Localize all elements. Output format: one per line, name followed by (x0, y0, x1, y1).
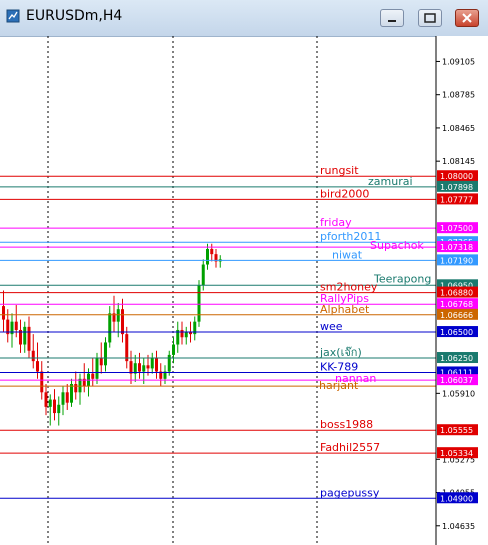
horizontal-levels: rungsitzamuraibird2000fridaypforth2011Su… (0, 164, 436, 499)
price-tag-label: 1.07318 (440, 243, 473, 252)
candle-body (27, 326, 31, 351)
chart-app-icon (6, 9, 20, 23)
price-tag-label: 1.06500 (440, 328, 473, 337)
candle-body (74, 383, 78, 393)
candle-body (23, 326, 27, 345)
price-chart[interactable]: rungsitzamuraibird2000fridaypforth2011Su… (0, 36, 488, 545)
candle-body (14, 321, 18, 330)
level-label: jax(เจ๊ก) (319, 346, 362, 359)
candle-body (31, 350, 35, 362)
level-label: boss1988 (320, 418, 373, 431)
price-tag-label: 1.06037 (440, 376, 473, 385)
candle-body (44, 392, 48, 407)
minimize-button[interactable] (380, 9, 404, 27)
candle-body (108, 313, 112, 343)
level-label: wee (320, 320, 343, 333)
candle-body (91, 373, 95, 379)
candle-body (99, 358, 103, 366)
candle-body (61, 392, 65, 405)
window-title: EURUSDm,H4 (26, 8, 123, 24)
candle-body (121, 309, 124, 335)
candle-body (70, 383, 73, 403)
candle-body (150, 358, 154, 369)
close-button[interactable] (455, 9, 479, 27)
price-tag-label: 1.06666 (440, 311, 473, 320)
price-tag-label: 1.07500 (440, 224, 473, 233)
candle-body (40, 371, 44, 393)
level-label: Alphabet (320, 303, 370, 316)
price-tag-label: 1.06880 (440, 289, 473, 298)
price-tag-label: 1.04900 (440, 494, 473, 503)
price-tag-label: 1.06250 (440, 354, 473, 363)
price-tag-label: 1.07898 (440, 183, 473, 192)
price-tag-label: 1.05555 (440, 426, 473, 435)
candle-body (210, 248, 214, 255)
price-tag-label: 1.08000 (440, 172, 473, 181)
window-titlebar: EURUSDm,H4 (0, 0, 488, 37)
level-label: niwat (332, 248, 363, 261)
candle-body (197, 285, 201, 322)
level-label: Teerapong (373, 272, 431, 285)
candle-body (95, 358, 99, 379)
candle-body (129, 361, 133, 374)
price-tag-label: 1.07777 (440, 195, 473, 204)
candle-body (36, 361, 39, 372)
axis-tick-label: 1.05910 (442, 389, 475, 398)
candle-body (180, 329, 184, 338)
candle-body (167, 354, 171, 372)
chart-grid (47, 36, 318, 545)
level-label: zamurai (368, 175, 413, 188)
level-label: friday (320, 216, 352, 229)
level-label: harjant (319, 379, 359, 392)
candle-body (184, 332, 188, 338)
axis-tick-label: 1.08145 (442, 157, 475, 166)
price-tag-label: 1.07190 (440, 256, 473, 265)
candle-body (116, 309, 120, 322)
close-icon (462, 13, 472, 23)
candle-body (104, 342, 107, 366)
candle-body (142, 365, 146, 372)
candle-body (48, 399, 52, 407)
candle-body (57, 404, 61, 414)
price-tag-label: 1.05334 (440, 449, 473, 458)
candle-body (146, 365, 150, 369)
candle-body (206, 248, 209, 265)
axis-tick-label: 1.04635 (442, 522, 475, 531)
candle-body (78, 378, 82, 393)
level-label: rungsit (320, 164, 359, 177)
candle-body (125, 334, 129, 362)
minimize-icon (388, 20, 396, 22)
axis-tick-label: 1.08465 (442, 124, 475, 133)
candlestick-series (2, 243, 222, 426)
price-tag-label: 1.06768 (440, 300, 473, 309)
level-label: Fadhil2557 (320, 441, 380, 454)
axis-tick-label: 1.08785 (442, 91, 475, 100)
level-label: bird2000 (320, 187, 369, 200)
candle-body (138, 363, 141, 372)
candle-body (155, 358, 158, 372)
restore-icon (424, 13, 436, 23)
candle-body (172, 344, 175, 355)
level-label: pagepussy (320, 486, 380, 499)
axis-tick-label: 1.09105 (442, 57, 475, 66)
restore-button[interactable] (418, 9, 442, 27)
level-label: Supachok (370, 239, 424, 252)
candle-body (2, 306, 5, 320)
candle-body (65, 392, 69, 403)
candle-body (201, 264, 205, 286)
candle-body (53, 399, 56, 414)
